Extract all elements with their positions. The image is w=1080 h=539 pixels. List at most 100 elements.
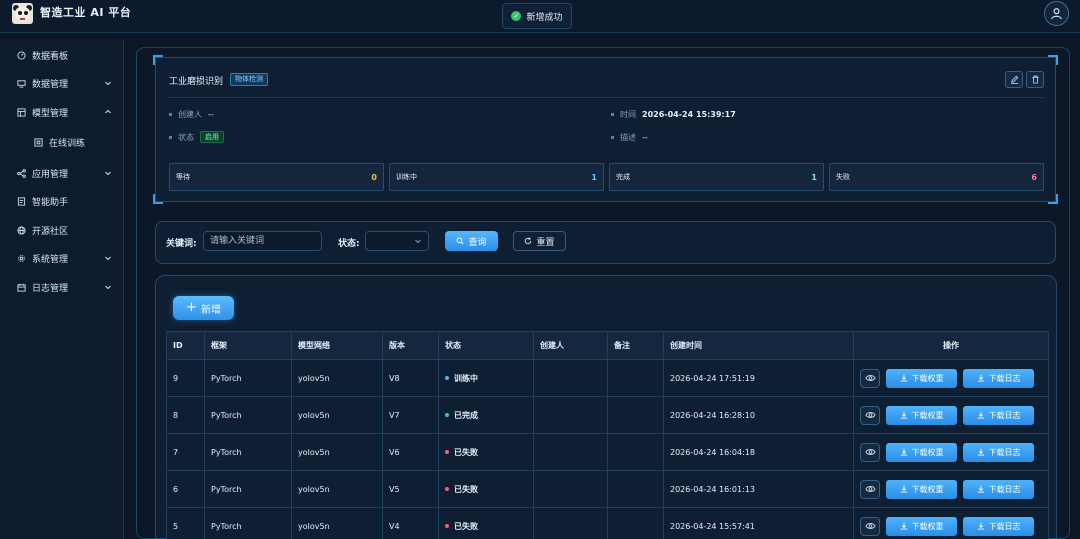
keyword-input[interactable]: 请输入关键词 (203, 231, 322, 251)
user-avatar-button[interactable] (1044, 1, 1069, 26)
download-weights-button[interactable]: 下载权重 (886, 368, 957, 388)
add-button[interactable]: + 新增 (173, 296, 234, 320)
cell-framework: PyTorch (204, 507, 292, 539)
cell-note (607, 359, 664, 397)
cell-note (607, 433, 664, 471)
cell-status: 已失败 (438, 433, 534, 471)
cell-network: yolov5n (291, 433, 383, 471)
view-button[interactable] (860, 479, 880, 499)
download-weights-button[interactable]: 下载权重 (886, 442, 957, 462)
cell-network: yolov5n (291, 396, 383, 434)
description-value: -- (642, 133, 648, 142)
sidebar-item-data-management[interactable]: 数据管理 (0, 70, 124, 96)
cell-framework: PyTorch (204, 433, 292, 471)
cell-id: 5 (166, 507, 205, 539)
sidebar-item-label: 开源社区 (32, 226, 69, 237)
download-log-label: 下载日志 (988, 484, 1021, 494)
download-weights-label: 下载权重 (911, 484, 944, 494)
table-row: 9 PyTorch yolov5n V8 训练中 2026-04-24 17:51:19 下… (166, 359, 1049, 397)
cell-created-time: 2026-04-24 17:51:19 (663, 359, 854, 397)
cell-version: V7 (382, 396, 439, 434)
download-log-button[interactable]: 下载日志 (963, 479, 1034, 499)
globe-icon (17, 225, 26, 235)
table-row: 8 PyTorch yolov5n V7 已完成 2026-04-24 16:28:10 下… (166, 396, 1049, 434)
delete-button[interactable] (1026, 71, 1044, 88)
status-text: 已失败 (454, 521, 478, 531)
sidebar-item-label: 日志管理 (32, 283, 69, 294)
download-weights-button[interactable]: 下载权重 (886, 479, 957, 499)
cell-id: 9 (166, 359, 205, 397)
cell-framework: PyTorch (204, 470, 292, 508)
view-button[interactable] (860, 405, 880, 425)
cell-network: yolov5n (291, 470, 383, 508)
cell-created-time: 2026-04-24 16:04:18 (663, 433, 854, 471)
success-toast: ✓ 新增成功 (502, 3, 572, 29)
bullet-icon (611, 113, 614, 116)
cell-creator (533, 359, 608, 397)
sidebar-item-dashboard[interactable]: 数据看板 (0, 42, 124, 68)
download-weights-label: 下载权重 (911, 410, 944, 420)
status-dot (445, 450, 449, 454)
download-weights-button[interactable]: 下载权重 (886, 405, 957, 425)
gear-icon (17, 254, 26, 263)
column-header: 创建人 (533, 331, 608, 360)
cell-framework: PyTorch (204, 396, 292, 434)
app-logo (12, 3, 33, 24)
reset-button[interactable]: 重置 (513, 231, 566, 251)
card-corner-decoration (1048, 55, 1058, 65)
download-log-button[interactable]: 下载日志 (963, 442, 1034, 462)
creator-field: 创建人 -- (169, 109, 214, 120)
cell-created-time: 2026-04-24 15:57:41 (663, 507, 854, 539)
view-button[interactable] (860, 368, 880, 388)
toast-message: 新增成功 (526, 12, 563, 23)
view-button[interactable] (860, 442, 880, 462)
eye-icon (864, 449, 876, 455)
sidebar-item-community[interactable]: 开源社区 (0, 217, 124, 243)
edit-button[interactable] (1005, 71, 1023, 88)
column-header: ID (166, 331, 205, 360)
stat-value: 0 (371, 172, 377, 182)
status-select[interactable] (365, 231, 429, 251)
cell-created-time: 2026-04-24 16:28:10 (663, 396, 854, 434)
cell-status: 训练中 (438, 359, 534, 397)
sidebar-item-log-management[interactable]: 日志管理 (0, 274, 124, 300)
status-text: 已完成 (454, 410, 478, 420)
download-icon (977, 522, 984, 530)
download-icon (977, 485, 984, 493)
column-header: 创建时间 (663, 331, 854, 360)
status-indicator: 训练中 (445, 373, 478, 384)
download-weights-button[interactable]: 下载权重 (886, 516, 957, 536)
sidebar-item-label: 数据管理 (32, 79, 69, 90)
search-button[interactable]: 查询 (445, 231, 498, 251)
cell-id: 6 (166, 470, 205, 508)
cell-note (607, 470, 664, 508)
sidebar: 数据看板 数据管理 模型管理 在线训练 应用管理 智能助手 开源社区 系统管理 … (0, 40, 124, 539)
train-icon (34, 137, 43, 147)
download-log-label: 下载日志 (988, 410, 1021, 420)
view-button[interactable] (860, 516, 880, 536)
download-log-label: 下载日志 (988, 373, 1021, 383)
cell-version: V5 (382, 470, 439, 508)
sidebar-item-label: 系统管理 (32, 254, 69, 265)
sidebar-item-model-management[interactable]: 模型管理 (0, 99, 124, 125)
sidebar-item-system-management[interactable]: 系统管理 (0, 245, 124, 271)
time-value: 2026-04-24 15:39:17 (642, 110, 736, 119)
cell-actions: 下载权重 下载日志 (853, 433, 1049, 471)
sidebar-item-label: 智能助手 (32, 197, 69, 208)
user-icon (1051, 8, 1062, 20)
table-header-row: ID 框架 模型网络 版本 状态 创建人 备注 创建时间 操作 (166, 331, 1049, 360)
status-indicator: 已完成 (445, 410, 478, 421)
download-log-button[interactable]: 下载日志 (963, 405, 1034, 425)
table-row: 7 PyTorch yolov5n V6 已失败 2026-04-24 16:04:18 下… (166, 433, 1049, 471)
sidebar-item-assistant[interactable]: 智能助手 (0, 188, 124, 214)
status-dot (445, 487, 449, 491)
download-log-button[interactable]: 下载日志 (963, 516, 1034, 536)
status-text: 已失败 (454, 447, 478, 457)
stat-label: 训练中 (396, 173, 417, 181)
cell-actions: 下载权重 下载日志 (853, 470, 1049, 508)
cell-creator (533, 433, 608, 471)
sidebar-item-app-management[interactable]: 应用管理 (0, 160, 124, 186)
download-log-button[interactable]: 下载日志 (963, 368, 1034, 388)
eye-icon (864, 375, 876, 381)
sidebar-item-online-training[interactable]: 在线训练 (0, 129, 124, 155)
